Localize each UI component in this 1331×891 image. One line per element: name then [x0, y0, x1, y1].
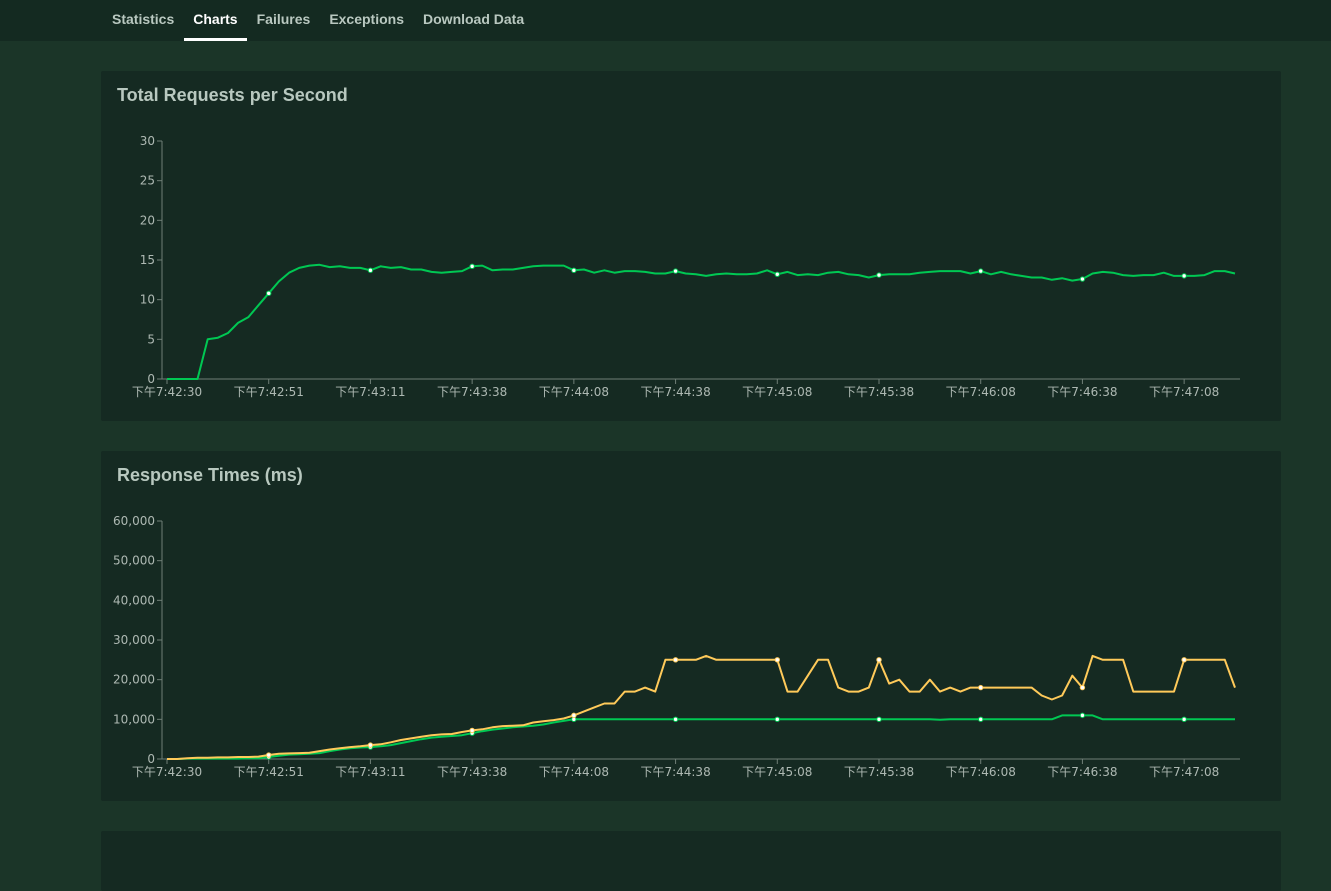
data-point-marker — [1079, 684, 1086, 691]
x-tick-label: 下午7:42:30 — [132, 765, 202, 779]
x-tick-label: 下午7:44:08 — [539, 765, 609, 779]
x-tick-label: 下午7:47:08 — [1149, 385, 1219, 399]
data-point-marker — [469, 727, 475, 734]
x-tick-label: 下午7:47:08 — [1149, 765, 1219, 779]
data-point-marker — [876, 272, 882, 278]
data-point-marker — [571, 267, 577, 274]
y-tick-label: 10,000 — [113, 712, 155, 726]
series-line-0 — [167, 714, 1235, 760]
y-tick-label: 10 — [140, 293, 155, 307]
x-tick-label: 下午7:45:08 — [742, 385, 812, 399]
x-tick-label: 下午7:45:38 — [844, 385, 914, 399]
top-nav-bar: Statistics Charts Failures Exceptions Do… — [0, 0, 1331, 41]
x-tick-label: 下午7:42:51 — [234, 765, 304, 779]
y-tick-label: 30,000 — [113, 633, 155, 647]
x-tick-label: 下午7:43:11 — [335, 765, 405, 779]
x-tick-label: 下午7:46:38 — [1047, 765, 1117, 779]
data-point-marker — [876, 716, 882, 723]
data-point-marker — [978, 268, 984, 274]
data-point-marker — [978, 684, 984, 691]
data-point-marker — [367, 267, 374, 274]
y-tick-label: 5 — [147, 332, 155, 346]
data-point-marker — [774, 271, 780, 277]
data-point-marker — [774, 657, 780, 663]
next-chart-card — [101, 831, 1281, 891]
data-point-marker — [266, 290, 272, 297]
tab-charts[interactable]: Charts — [184, 0, 247, 41]
y-tick-label: 20,000 — [113, 673, 155, 687]
data-point-marker — [876, 657, 882, 663]
data-point-marker — [1181, 716, 1187, 723]
x-tick-label: 下午7:46:08 — [946, 385, 1016, 399]
data-point-marker — [774, 716, 780, 723]
x-tick-label: 下午7:43:38 — [437, 765, 507, 779]
y-tick-label: 20 — [140, 213, 155, 227]
data-point-marker — [978, 716, 984, 723]
x-tick-label: 下午7:44:38 — [640, 385, 710, 399]
data-point-marker — [1181, 273, 1187, 279]
x-tick-label: 下午7:46:38 — [1047, 385, 1117, 399]
x-tick-label: 下午7:46:08 — [946, 765, 1016, 779]
response-times-chart[interactable]: 0 10,000 20,000 30,000 40,000 50,000 60,000 下午7… — [101, 451, 1281, 801]
tab-download-data[interactable]: Download Data — [415, 0, 532, 41]
tab-statistics[interactable]: Statistics — [104, 0, 182, 41]
rps-chart-card: Total Requests per Second 0 5 10 15 20 25 30 下午… — [101, 71, 1281, 421]
y-tick-label: 0 — [147, 372, 155, 386]
y-tick-label: 0 — [147, 752, 155, 766]
series-line-0 — [167, 263, 1236, 380]
y-tick-label: 15 — [140, 253, 155, 267]
y-tick-label: 40,000 — [113, 593, 155, 607]
x-tick-label: 下午7:42:30 — [132, 385, 202, 399]
x-tick-label: 下午7:44:38 — [640, 765, 710, 779]
data-point-marker — [672, 716, 679, 723]
x-tick-label: 下午7:42:51 — [234, 385, 304, 399]
response-times-chart-card: Response Times (ms) 0 10,000 20,000 30,000 4… — [101, 451, 1281, 801]
y-tick-label: 50,000 — [113, 554, 155, 568]
x-tick-label: 下午7:44:08 — [539, 385, 609, 399]
data-point-marker — [1079, 276, 1086, 282]
series-line-1 — [167, 654, 1236, 760]
data-point-marker — [469, 263, 475, 270]
data-point-marker — [1079, 712, 1086, 719]
rps-chart[interactable]: 0 5 10 15 20 25 30 下午7:42:30 下午7:42:51 下午7:43:11 下… — [101, 71, 1281, 421]
data-point-marker — [672, 657, 679, 663]
data-point-marker — [672, 268, 679, 274]
data-point-marker — [1181, 657, 1187, 663]
x-tick-label: 下午7:43:38 — [437, 385, 507, 399]
x-tick-label: 下午7:43:11 — [335, 385, 405, 399]
tab-failures[interactable]: Failures — [249, 0, 319, 41]
data-point-marker — [266, 752, 272, 758]
x-tick-label: 下午7:45:08 — [742, 765, 812, 779]
data-point-marker — [571, 712, 577, 719]
y-tick-label: 60,000 — [113, 514, 155, 528]
tab-list: Statistics Charts Failures Exceptions Do… — [104, 0, 535, 41]
x-tick-label: 下午7:45:38 — [844, 765, 914, 779]
data-point-marker — [367, 742, 374, 748]
tab-exceptions[interactable]: Exceptions — [321, 0, 412, 41]
y-tick-label: 30 — [140, 134, 155, 148]
y-tick-label: 25 — [140, 174, 155, 188]
